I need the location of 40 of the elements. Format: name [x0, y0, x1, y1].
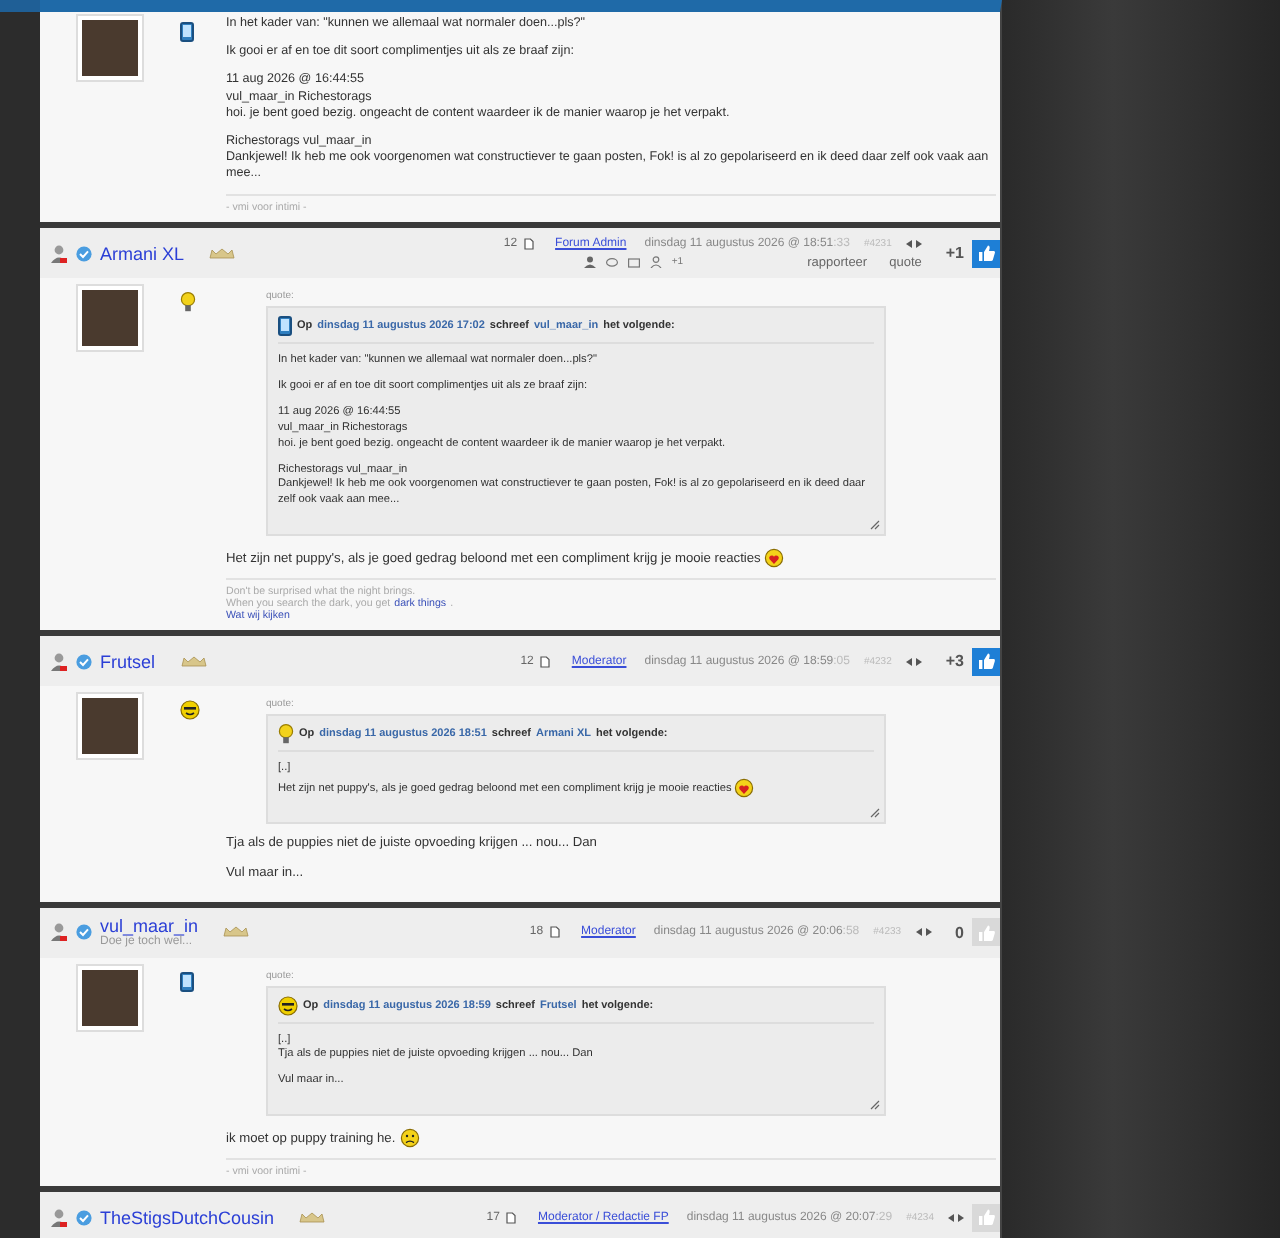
- vote-score: 0: [955, 923, 964, 942]
- resize-grip-icon[interactable]: [870, 1100, 880, 1111]
- user-plus-icon[interactable]: [649, 256, 662, 269]
- resize-grip-icon[interactable]: [870, 520, 880, 530]
- photo-placeholder: [78, 286, 142, 351]
- arrows-icon[interactable]: [915, 928, 932, 937]
- comment-icon[interactable]: [605, 257, 618, 268]
- like-button[interactable]: [972, 647, 1000, 676]
- username-link[interactable]: TheStigsDutchCousin: [100, 1207, 275, 1228]
- vote-score: +3: [945, 652, 964, 671]
- user-icon[interactable]: [50, 243, 68, 264]
- document-icon: [549, 926, 560, 939]
- user-edit-icon[interactable]: [583, 256, 596, 269]
- username-link[interactable]: Frutsel: [100, 651, 156, 672]
- arrows-icon[interactable]: [905, 239, 922, 248]
- username-link[interactable]: vul_maar_in: [100, 916, 199, 937]
- rank-badge-icon: [222, 926, 251, 939]
- header-bar: [0, 0, 40, 12]
- thumbs-up-icon: [977, 244, 995, 263]
- arrows-icon[interactable]: [905, 657, 922, 666]
- rank-badge-icon: [208, 247, 237, 260]
- username-link[interactable]: Armani XL: [100, 243, 185, 264]
- arrows-icon[interactable]: [948, 1213, 964, 1222]
- rank-badge-icon: [179, 655, 208, 668]
- like-button[interactable]: [972, 239, 1000, 268]
- message-icon[interactable]: [627, 257, 640, 268]
- thumbs-up-icon: [977, 1208, 995, 1227]
- document-icon: [539, 655, 550, 668]
- vote-score: +1: [945, 244, 964, 263]
- thumbs-up-icon: [977, 923, 995, 942]
- document-icon: [505, 1211, 516, 1224]
- photo-placeholder: [78, 694, 142, 759]
- user-icon[interactable]: [50, 922, 68, 943]
- user-icon[interactable]: [50, 651, 68, 672]
- photo-placeholder: [78, 965, 142, 1030]
- user-icon[interactable]: [50, 1207, 68, 1228]
- document-icon: [523, 237, 534, 250]
- thumbs-up-icon: [977, 652, 995, 671]
- rank-badge-icon: [298, 1211, 327, 1224]
- resize-grip-icon[interactable]: [870, 808, 880, 819]
